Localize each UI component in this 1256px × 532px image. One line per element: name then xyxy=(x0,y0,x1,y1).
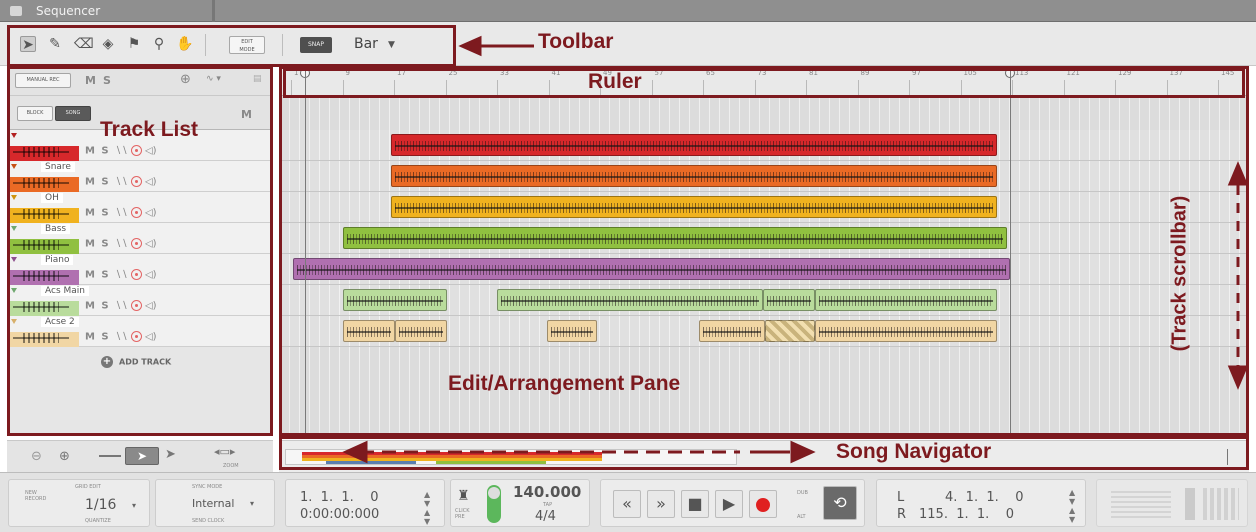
tempo-panel: ♜ CLICK PRE 140.000 TAP 4/4 xyxy=(450,479,590,527)
alt-button[interactable]: ALT xyxy=(797,514,806,520)
time-signature[interactable]: 4/4 xyxy=(535,509,556,524)
zoom-label: ZOOM xyxy=(223,463,239,469)
transport-panel: NEW RECORD GRID EDIT 1/16 ▾ QUANTIZE SYN… xyxy=(0,472,1256,532)
sync-panel: SYNC MODE Internal ▾ SEND CLOCK xyxy=(155,479,275,527)
toolbar-callout-label: Toolbar xyxy=(538,30,614,53)
stop-button[interactable]: ■ xyxy=(681,490,709,518)
song-navigator-callout-label: Song Navigator xyxy=(836,440,992,463)
sync-mode-select[interactable]: Internal xyxy=(192,497,234,510)
cpu-meter xyxy=(1111,490,1171,518)
metronome-icon[interactable]: ♜ xyxy=(457,488,470,504)
window-titlebar: Sequencer xyxy=(0,0,1256,22)
toolbar-callout-box xyxy=(7,25,456,67)
level-meter xyxy=(1203,488,1239,520)
loop-button[interactable]: ⟲ xyxy=(823,486,857,520)
click-pre-label: CLICK PRE xyxy=(455,508,470,520)
zoom-slider-track[interactable] xyxy=(99,455,121,457)
fast-forward-button[interactable]: » xyxy=(647,490,675,518)
window-icon xyxy=(10,6,22,16)
quantize-panel: NEW RECORD GRID EDIT 1/16 ▾ QUANTIZE xyxy=(8,479,150,527)
rewind-button[interactable]: « xyxy=(613,490,641,518)
chevron-down-icon[interactable]: ▾ xyxy=(250,499,254,508)
right-locator-value[interactable]: 115. 1. 1. 0 xyxy=(919,507,1014,522)
window-title: Sequencer xyxy=(36,4,101,18)
zoom-arrow-icon[interactable]: ➤ xyxy=(165,447,176,462)
audio-meter-panel xyxy=(1096,479,1248,527)
play-button[interactable]: ▶ xyxy=(715,490,743,518)
click-volume-slider[interactable] xyxy=(487,485,501,523)
left-locator-label: L xyxy=(897,490,905,505)
tempo-value[interactable]: 140.000 xyxy=(513,483,581,501)
record-icon xyxy=(756,497,770,512)
send-clock-label: SEND CLOCK xyxy=(192,518,225,524)
tap-label[interactable]: TAP xyxy=(543,502,552,508)
zoom-slider-handle[interactable]: ➤ xyxy=(125,447,159,465)
sync-mode-label: SYNC MODE xyxy=(192,484,223,490)
loop-locators: L R 4. 1. 1. 0 115. 1. 1. 0 ▲ ▼ ▲ ▼ xyxy=(876,479,1086,527)
slider-knob[interactable] xyxy=(488,487,500,499)
fader-icon xyxy=(1185,488,1195,520)
zoom-out-icon[interactable]: ⊖ xyxy=(31,449,42,464)
quantize-select[interactable]: 1/16 xyxy=(85,497,116,513)
position-panel: 1. 1. 1. 0 0:00:00:000 ▲ ▼ ▲ ▼ xyxy=(285,479,445,527)
edit-pane-callout-label: Edit/Arrangement Pane xyxy=(448,372,681,395)
right-locator-label: R xyxy=(897,507,907,522)
transport-controls: « » ■ ▶ DUB ALT ⟲ xyxy=(600,479,865,527)
position-stepper[interactable]: ▲ ▼ ▲ ▼ xyxy=(424,490,430,526)
song-navigator-callout-box xyxy=(279,436,1249,470)
quantize-label: QUANTIZE xyxy=(85,518,111,524)
zoom-fit-icon[interactable]: ◂▭▸ xyxy=(214,445,235,458)
new-record-label: NEW RECORD xyxy=(25,490,47,502)
zoom-in-icon[interactable]: ⊕ xyxy=(59,449,70,464)
left-locator-value[interactable]: 4. 1. 1. 0 xyxy=(945,490,1024,505)
chevron-down-icon[interactable]: ▾ xyxy=(132,501,136,510)
dub-button[interactable]: DUB xyxy=(797,490,808,496)
ruler-callout-box xyxy=(283,68,1245,98)
record-button[interactable] xyxy=(749,490,777,518)
track-list-callout-label: Track List xyxy=(100,118,199,141)
position-bars[interactable]: 1. 1. 1. 0 xyxy=(300,490,379,505)
edit-pane-callout-box xyxy=(279,66,1249,436)
grid-edit-label: GRID EDIT xyxy=(75,484,101,490)
titlebar-divider xyxy=(212,0,215,22)
position-time[interactable]: 0:00:00:000 xyxy=(300,507,379,522)
locator-stepper[interactable]: ▲ ▼ ▲ ▼ xyxy=(1069,488,1075,524)
ruler-callout-label: Ruler xyxy=(588,70,642,93)
zoom-controls: ⊖ ⊕ ➤ ➤ ◂▭▸ ZOOM xyxy=(7,440,273,472)
track-scrollbar-callout-label: (Track scrollbar) xyxy=(1168,195,1191,352)
